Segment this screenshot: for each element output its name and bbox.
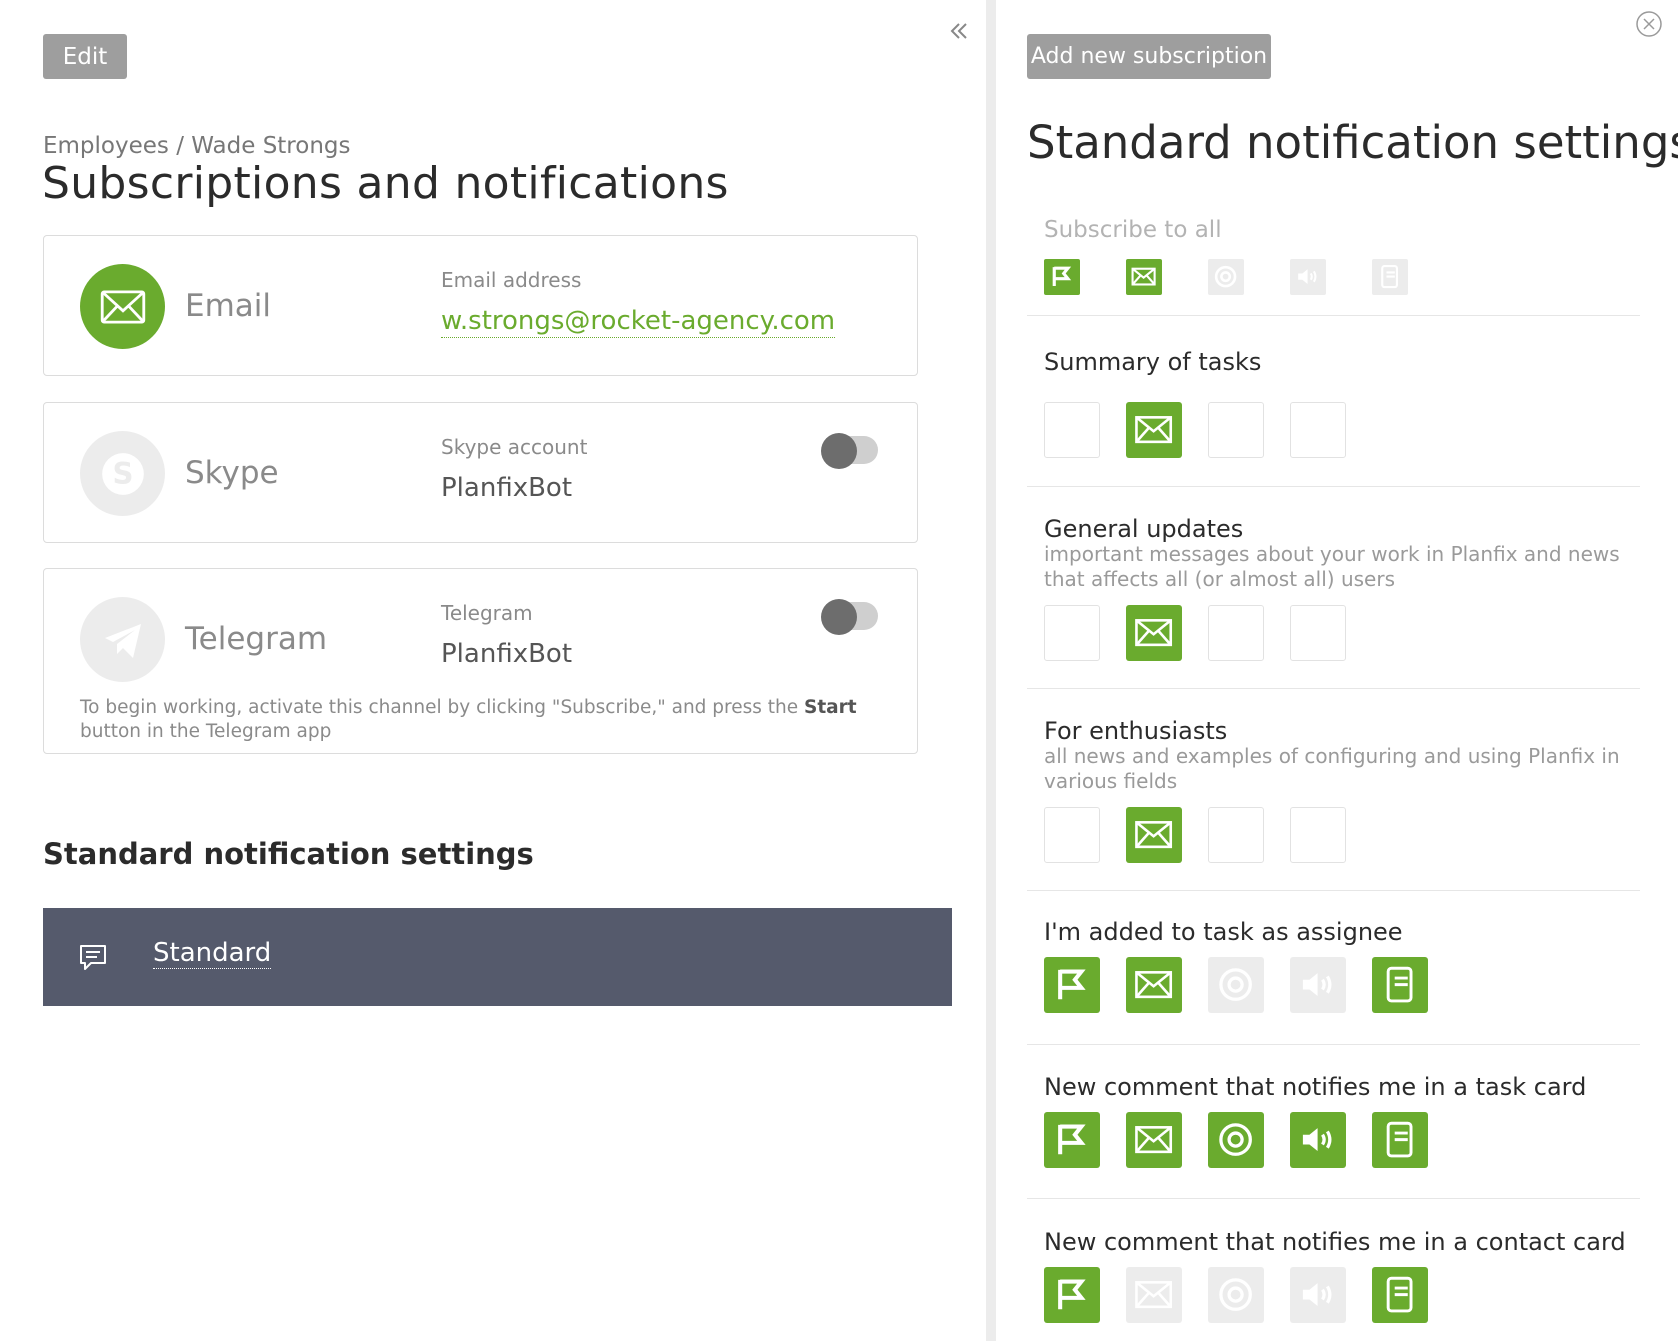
sound-icon[interactable] — [1290, 957, 1346, 1013]
task-card-comment-icons — [1044, 1112, 1428, 1168]
telegram-instruction: To begin working, activate this channel … — [80, 696, 890, 744]
mail-icon[interactable] — [1126, 957, 1182, 1013]
mobile-icon[interactable] — [1372, 1267, 1428, 1323]
sound-icon[interactable] — [1290, 605, 1346, 661]
browser-icon[interactable] — [1208, 1112, 1264, 1168]
section-title: Summary of tasks — [1044, 348, 1262, 376]
sound-icon[interactable] — [1290, 259, 1326, 295]
summary-icons — [1044, 402, 1346, 458]
flag-icon[interactable] — [1044, 1112, 1100, 1168]
skype-icon: S — [80, 431, 165, 516]
close-icon[interactable] — [1635, 10, 1663, 38]
sound-icon[interactable] — [1290, 1267, 1346, 1323]
sound-icon[interactable] — [1290, 807, 1346, 863]
section-title: For enthusiasts — [1044, 717, 1228, 745]
mail-icon[interactable] — [1126, 1267, 1182, 1323]
panel-divider[interactable] — [986, 0, 996, 1341]
flag-icon[interactable] — [1044, 807, 1100, 863]
telegram-channel-card: Telegram Telegram PlanfixBot To begin wo… — [43, 568, 918, 754]
browser-icon[interactable] — [1208, 605, 1264, 661]
mobile-icon[interactable] — [1372, 259, 1408, 295]
mail-icon[interactable] — [1126, 259, 1162, 295]
subscribe-all-icons — [1044, 259, 1408, 295]
standard-settings-heading: Standard notification settings — [43, 837, 534, 871]
flag-icon[interactable] — [1044, 605, 1100, 661]
skype-account-value: PlanfixBot — [441, 473, 573, 503]
email-address-label: Email address — [441, 268, 582, 292]
standard-settings-item[interactable]: Standard — [43, 908, 952, 1006]
message-icon — [77, 941, 109, 973]
note-text-end: button in the Telegram app — [80, 721, 332, 742]
note-start-bold: Start — [804, 697, 857, 718]
flag-icon[interactable] — [1044, 957, 1100, 1013]
sound-icon[interactable] — [1290, 402, 1346, 458]
collapse-panel-icon[interactable] — [946, 18, 972, 44]
mail-icon[interactable] — [1126, 807, 1182, 863]
section-title: New comment that notifies me in a contac… — [1044, 1228, 1626, 1256]
mail-icon[interactable] — [1126, 605, 1182, 661]
separator — [1027, 315, 1640, 316]
section-title: I'm added to task as assignee — [1044, 918, 1403, 946]
browser-icon[interactable] — [1208, 402, 1264, 458]
separator — [1027, 688, 1640, 689]
email-address-link[interactable]: w.strongs@rocket-agency.com — [441, 306, 836, 338]
edit-button[interactable]: Edit — [43, 34, 127, 79]
skype-account-label: Skype account — [441, 435, 588, 459]
section-title: New comment that notifies me in a task c… — [1044, 1073, 1587, 1101]
telegram-icon — [80, 597, 165, 682]
browser-icon[interactable] — [1208, 1267, 1264, 1323]
flag-icon[interactable] — [1044, 1267, 1100, 1323]
telegram-value: PlanfixBot — [441, 639, 573, 669]
skype-channel-card: S Skype Skype account PlanfixBot — [43, 402, 918, 543]
browser-icon[interactable] — [1208, 259, 1244, 295]
assignee-icons — [1044, 957, 1428, 1013]
contact-card-comment-icons — [1044, 1267, 1428, 1323]
separator — [1027, 890, 1640, 891]
flag-icon[interactable] — [1044, 259, 1080, 295]
separator — [1027, 486, 1640, 487]
separator — [1027, 1044, 1640, 1045]
subscribe-all-label: Subscribe to all — [1044, 217, 1222, 243]
email-channel-name: Email — [185, 288, 272, 324]
browser-icon[interactable] — [1208, 957, 1264, 1013]
toggle-knob — [821, 599, 857, 635]
breadcrumb[interactable]: Employees / Wade Strongs — [43, 133, 351, 159]
telegram-channel-name: Telegram — [185, 621, 328, 657]
general-updates-icons — [1044, 605, 1346, 661]
section-title: General updates — [1044, 515, 1244, 543]
separator — [1027, 1198, 1640, 1199]
telegram-label: Telegram — [441, 601, 533, 625]
right-panel: Add new subscription Standard notificati… — [996, 0, 1678, 1341]
mobile-icon[interactable] — [1372, 957, 1428, 1013]
mail-icon[interactable] — [1126, 1112, 1182, 1168]
email-channel-card: Email Email address w.strongs@rocket-age… — [43, 235, 918, 376]
flag-icon[interactable] — [1044, 402, 1100, 458]
toggle-knob — [821, 433, 857, 469]
email-icon — [80, 264, 165, 349]
enthusiasts-icons — [1044, 807, 1346, 863]
page-title: Subscriptions and notifications — [42, 158, 729, 209]
add-subscription-button[interactable]: Add new subscription — [1027, 34, 1271, 79]
sound-icon[interactable] — [1290, 1112, 1346, 1168]
section-description: important messages about your work in Pl… — [1044, 542, 1620, 591]
note-text: To begin working, activate this channel … — [80, 697, 805, 718]
telegram-toggle[interactable] — [821, 599, 878, 635]
svg-text:S: S — [112, 456, 133, 490]
mobile-icon[interactable] — [1372, 1112, 1428, 1168]
browser-icon[interactable] — [1208, 807, 1264, 863]
standard-settings-link[interactable]: Standard — [153, 938, 272, 969]
panel-title: Standard notification settings — [1027, 116, 1678, 169]
left-panel: Edit Employees / Wade Strongs Subscripti… — [0, 0, 986, 1341]
section-description: all news and examples of configuring and… — [1044, 744, 1620, 793]
mail-icon[interactable] — [1126, 402, 1182, 458]
skype-channel-name: Skype — [185, 455, 279, 491]
skype-toggle[interactable] — [821, 433, 878, 469]
